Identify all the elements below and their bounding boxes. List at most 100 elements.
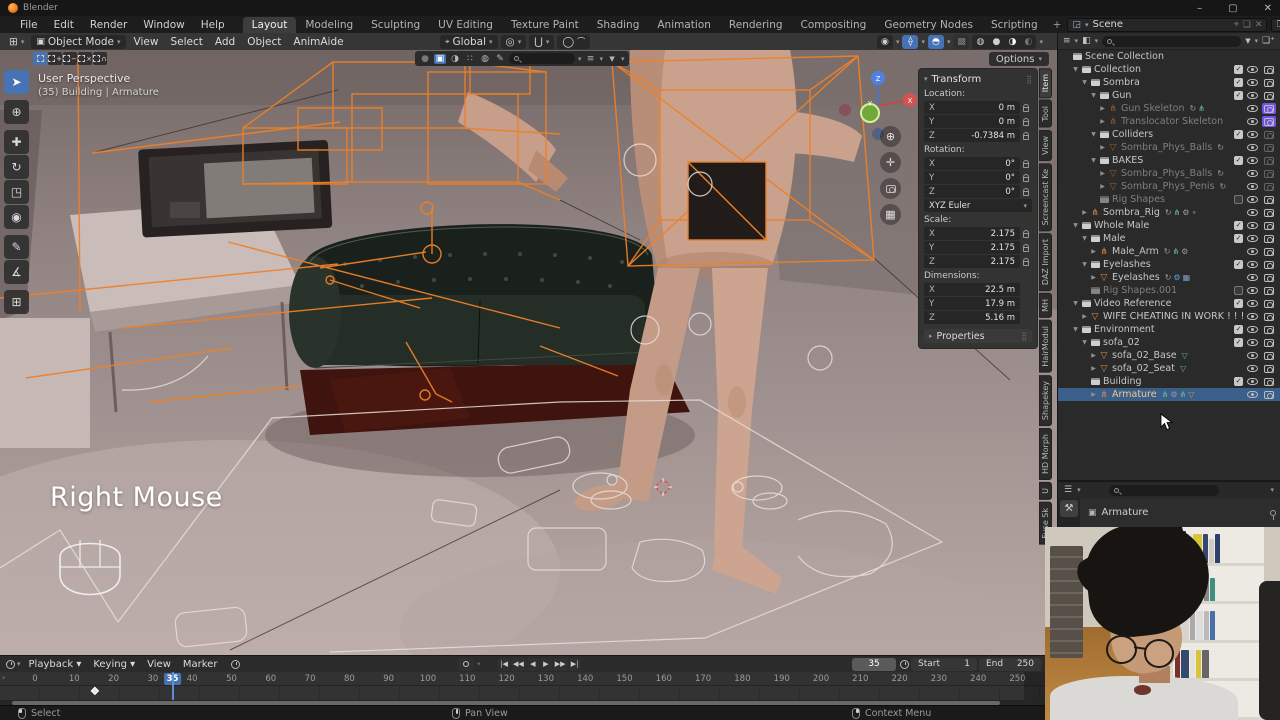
axis-value[interactable]: 2.175 xyxy=(991,257,1015,267)
workspace-tab-modeling[interactable]: Modeling xyxy=(296,17,362,33)
hide-eye-icon[interactable] xyxy=(1247,300,1258,307)
tool-move[interactable]: ✚ xyxy=(4,130,29,154)
disclosure-icon[interactable]: ▼ xyxy=(1089,92,1098,99)
outliner-item-label[interactable]: Sombra_Phys_Penis xyxy=(1121,181,1215,192)
axis-value[interactable]: 17.9 m xyxy=(985,299,1015,309)
outliner-item-label[interactable]: Translocator Skeleton xyxy=(1121,116,1223,127)
hide-eye-icon[interactable] xyxy=(1247,274,1258,281)
outliner-display-mode-icon[interactable]: ≡ xyxy=(1063,36,1071,46)
disclosure-icon[interactable]: ▼ xyxy=(1089,157,1098,164)
hide-eye-icon[interactable] xyxy=(1247,352,1258,359)
camera-view-icon[interactable] xyxy=(880,178,901,199)
outliner-row[interactable]: ▶ ▽ Eyelashes ↻ ⚙ ▦ xyxy=(1058,271,1280,284)
snap-magnet-button[interactable]: ⋃ ▾ xyxy=(529,34,555,49)
hide-eye-icon[interactable] xyxy=(1247,378,1258,385)
render-camera-icon[interactable] xyxy=(1262,103,1276,114)
exclude-checkbox[interactable]: ✓ xyxy=(1234,156,1243,165)
outliner-row[interactable]: ▶ ▽ Sombra_Phys_Balls ↻ xyxy=(1058,141,1280,154)
select-mode-new[interactable] xyxy=(33,52,47,65)
transform-field-scale-y[interactable]: Y 2.175 xyxy=(924,241,1020,254)
lock-icon[interactable] xyxy=(1023,103,1029,112)
render-camera-icon[interactable] xyxy=(1262,116,1276,127)
play-button[interactable]: ▶ xyxy=(539,657,552,671)
outliner-row[interactable]: ▼ Gun ✓ xyxy=(1058,89,1280,102)
disclosure-icon[interactable]: ▼ xyxy=(1080,261,1089,268)
outliner-item-label[interactable]: Colliders xyxy=(1112,129,1153,140)
timeline-ruler[interactable]: 0 10 20 30 40 50 60 70 80 90 100 110 120 130 140 150 160… xyxy=(0,672,1057,686)
outliner-row[interactable]: ▶ ▽ sofa_02_Base ▽ xyxy=(1058,349,1280,362)
auto-keying-button[interactable] xyxy=(458,657,474,671)
sidebar-tab-u[interactable]: U xyxy=(1039,481,1052,500)
outliner-search-input[interactable] xyxy=(1102,35,1242,47)
sidebar-tab-screencast-ke[interactable]: Screencast Ke xyxy=(1039,162,1052,232)
hide-eye-icon[interactable] xyxy=(1247,170,1258,177)
outliner-item-label[interactable]: Rig Shapes xyxy=(1112,194,1165,205)
tool-rotate[interactable]: ↻ xyxy=(4,155,29,179)
jump-to-end-button[interactable]: ▶| xyxy=(568,657,581,671)
outliner-row[interactable]: ▼ Sombra ✓ xyxy=(1058,76,1280,89)
disclosure-icon[interactable]: ▶ xyxy=(1089,248,1098,255)
disclosure-icon[interactable]: ▶ xyxy=(1089,352,1098,359)
lock-icon[interactable] xyxy=(1023,173,1029,182)
outliner-item-label[interactable]: Scene Collection xyxy=(1085,51,1164,62)
axis-value[interactable]: 0° xyxy=(1005,187,1015,197)
outliner-filter-obj-icon[interactable]: ◧ xyxy=(1082,36,1091,46)
filter-brush-icon[interactable]: ✎ xyxy=(494,54,506,64)
render-camera-icon[interactable] xyxy=(1262,298,1276,309)
disclosure-icon[interactable]: ▼ xyxy=(1071,66,1080,73)
rotation-mode-dropdown[interactable]: XYZ Euler ▾ xyxy=(924,199,1032,212)
filter-globe-icon[interactable]: ◍ xyxy=(479,54,491,64)
menu-file[interactable]: File xyxy=(12,18,46,32)
disclosure-icon[interactable]: ▶ xyxy=(1080,209,1089,216)
lock-icon[interactable] xyxy=(1023,159,1029,168)
outliner-row[interactable]: ▼ BAKES ✓ xyxy=(1058,154,1280,167)
transform-field-dimensions-y[interactable]: Y 17.9 m xyxy=(924,297,1020,310)
outliner-row[interactable]: ▶ ▽ Sombra_Phys_Balls ↻ xyxy=(1058,167,1280,180)
sidebar-tab-shapekey[interactable]: Shapekey xyxy=(1039,374,1052,426)
add-workspace-button[interactable]: + xyxy=(1047,17,1068,33)
exclude-checkbox[interactable] xyxy=(1234,195,1243,204)
select-mode-intersect[interactable]: ∩ xyxy=(93,52,107,65)
workspace-tab-sculpting[interactable]: Sculpting xyxy=(362,17,429,33)
timeline-menu-marker[interactable]: Marker xyxy=(177,659,224,670)
outliner-item-label[interactable]: Gun Skeleton xyxy=(1121,103,1185,114)
exclude-checkbox[interactable]: ✓ xyxy=(1234,260,1243,269)
menu-edit[interactable]: Edit xyxy=(46,18,82,32)
display-mode-icon[interactable]: ≡ xyxy=(585,54,597,64)
render-camera-icon[interactable] xyxy=(1262,376,1276,387)
hide-eye-icon[interactable] xyxy=(1247,105,1258,112)
outliner-row[interactable]: ▶ ⋔ Sombra_Rig ↻ ⋔ ⚙ ∘ xyxy=(1058,206,1280,219)
outliner-item-label[interactable]: Environment xyxy=(1094,324,1155,335)
disclosure-icon[interactable]: ▶ xyxy=(1089,391,1098,398)
render-camera-icon[interactable] xyxy=(1262,246,1276,257)
exclude-checkbox[interactable]: ✓ xyxy=(1234,325,1243,334)
disclosure-icon[interactable]: ▼ xyxy=(1071,300,1080,307)
sidebar-tab-hd-morph[interactable]: HD Morph xyxy=(1039,427,1052,480)
lock-icon[interactable] xyxy=(1023,131,1029,140)
hide-eye-icon[interactable] xyxy=(1247,287,1258,294)
workspace-tab-uv-editing[interactable]: UV Editing xyxy=(429,17,502,33)
hide-eye-icon[interactable] xyxy=(1247,222,1258,229)
shading-rendered-icon[interactable]: ◐ xyxy=(1020,35,1036,49)
play-reverse-button[interactable]: ◀ xyxy=(526,657,539,671)
breadcrumb-object-name[interactable]: Armature xyxy=(1102,507,1149,518)
exclude-checkbox[interactable]: ✓ xyxy=(1234,78,1243,87)
render-camera-icon[interactable] xyxy=(1262,90,1276,101)
disclosure-icon[interactable]: ▶ xyxy=(1098,105,1107,112)
render-camera-icon[interactable] xyxy=(1262,337,1276,348)
disclosure-icon[interactable]: ▼ xyxy=(1089,131,1098,138)
disclosure-icon[interactable]: ▼ xyxy=(1071,326,1080,333)
render-camera-icon[interactable] xyxy=(1262,272,1276,283)
sidebar-tab-item[interactable]: Item xyxy=(1039,68,1052,99)
proportional-editing-button[interactable]: ◯ ⌒ xyxy=(557,34,591,49)
visibility-dropdown-icon[interactable]: ◉ xyxy=(876,34,893,49)
xray-toggle-icon[interactable]: ▩ xyxy=(953,34,970,49)
exclude-checkbox[interactable]: ✓ xyxy=(1234,377,1243,386)
lock-icon[interactable] xyxy=(1023,187,1029,196)
hide-eye-icon[interactable] xyxy=(1247,261,1258,268)
hide-eye-icon[interactable] xyxy=(1247,144,1258,151)
hide-eye-icon[interactable] xyxy=(1247,339,1258,346)
properties-collapsed-panel[interactable]: ▸ Properties ⣿ xyxy=(924,329,1032,343)
outliner-row[interactable]: ▶▽ WIFE CHEATING IN WORK ! ! ! - Pu xyxy=(1058,310,1280,323)
menu-help[interactable]: Help xyxy=(193,18,233,32)
